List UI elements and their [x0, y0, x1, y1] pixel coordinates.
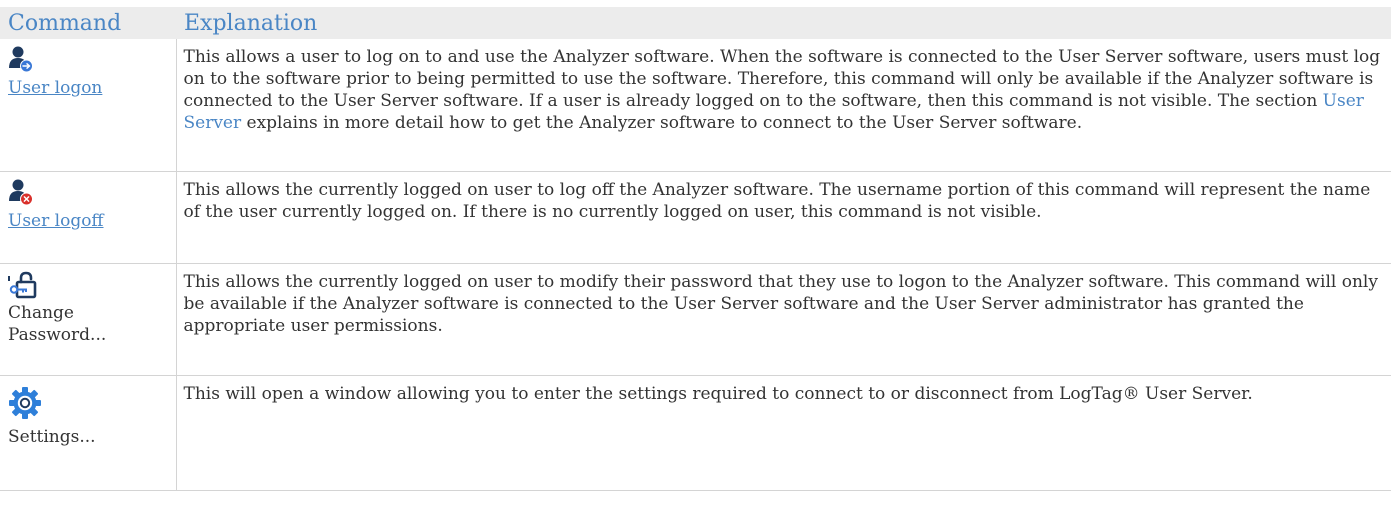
- table-row: User logoff This allows the currently lo…: [0, 171, 1391, 264]
- user-logoff-link[interactable]: User logoff: [8, 210, 172, 232]
- explanation-cell: This allows a user to log on to and use …: [176, 39, 1391, 172]
- table-row: Settings... This will open a window allo…: [0, 375, 1391, 491]
- table-header-row: Command Explanation: [0, 7, 1391, 39]
- table-row: User logon This allows a user to log on …: [0, 39, 1391, 172]
- user-logon-link[interactable]: User logon: [8, 77, 172, 99]
- user-logoff-icon: [9, 179, 33, 206]
- user-logon-icon: [9, 46, 33, 73]
- gear-icon: [9, 387, 41, 419]
- command-table: Command Explanation User logon This allo…: [0, 7, 1391, 491]
- column-header-command: Command: [0, 7, 176, 39]
- table-row: Change Password... This allows the curre…: [0, 263, 1391, 376]
- explanation-text: This allows a user to log on to and use …: [183, 47, 1381, 111]
- command-cell: User logoff: [0, 171, 177, 264]
- explanation-text-continued: explains in more detail how to get the A…: [241, 113, 1083, 133]
- change-password-command[interactable]: Change Password...: [8, 302, 172, 346]
- explanation-cell: This allows the currently logged on user…: [176, 263, 1391, 376]
- command-cell: Change Password...: [0, 263, 177, 376]
- command-cell: User logon: [0, 39, 177, 172]
- command-cell: Settings...: [0, 375, 177, 491]
- column-header-explanation: Explanation: [176, 7, 1391, 39]
- explanation-cell: This will open a window allowing you to …: [176, 375, 1391, 491]
- settings-command[interactable]: Settings...: [8, 426, 172, 448]
- explanation-cell: This allows the currently logged on user…: [176, 171, 1391, 264]
- change-password-icon: [8, 271, 37, 299]
